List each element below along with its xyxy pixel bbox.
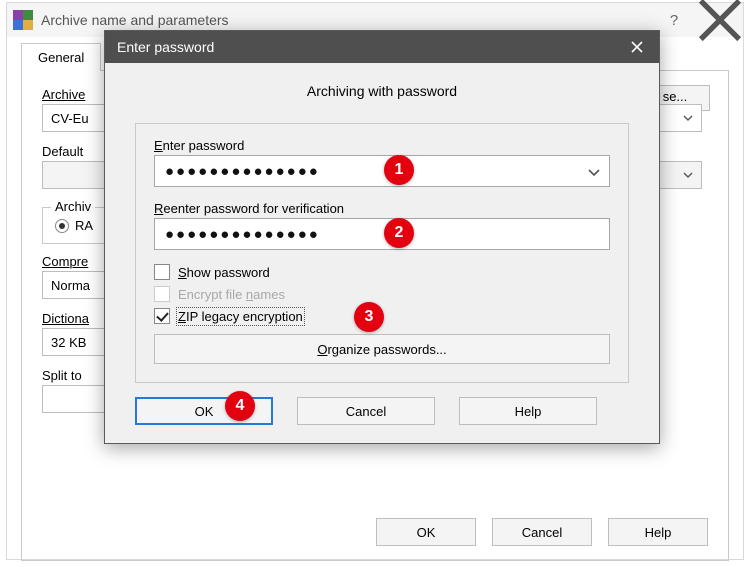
step-marker-2: 2 <box>384 218 414 248</box>
radio-icon <box>55 219 69 233</box>
enter-password-input[interactable]: ●●●●●●●●●●●●●● <box>154 155 610 187</box>
tab-general[interactable]: General <box>21 43 101 71</box>
show-password-label: Show password <box>178 265 270 280</box>
password-heading: Archiving with password <box>135 83 629 99</box>
archive-format-label: Archiv <box>51 199 95 214</box>
winrar-icon <box>13 10 33 30</box>
chevron-down-icon[interactable] <box>588 166 600 178</box>
reenter-password-value: ●●●●●●●●●●●●●● <box>165 226 320 243</box>
cancel-button[interactable]: Cancel <box>297 397 435 425</box>
close-icon[interactable] <box>697 3 743 37</box>
reenter-password-input[interactable]: ●●●●●●●●●●●●●● <box>154 218 610 250</box>
parent-title: Archive name and parameters <box>41 12 651 28</box>
show-password-row[interactable]: Show password <box>154 264 610 280</box>
step-marker-1: 1 <box>384 155 414 185</box>
password-title: Enter password <box>117 39 615 55</box>
checkbox-checked-icon <box>154 308 170 324</box>
parent-ok-button[interactable]: OK <box>376 518 476 546</box>
checkbox-icon <box>154 286 170 302</box>
compression-value: Norma <box>51 278 90 293</box>
chevron-down-icon <box>683 170 693 180</box>
password-titlebar: Enter password <box>105 31 659 63</box>
zip-legacy-row[interactable]: ZIP legacy encryption 3 <box>154 308 610 324</box>
zip-legacy-label: ZIP legacy encryption <box>178 309 303 324</box>
checkbox-icon <box>154 264 170 280</box>
step-marker-3: 3 <box>354 302 384 332</box>
encrypt-names-row: Encrypt file names <box>154 286 610 302</box>
close-icon[interactable] <box>615 31 659 63</box>
password-group: Enter password ●●●●●●●●●●●●●● 1 Reenter … <box>135 123 629 383</box>
enter-password-value: ●●●●●●●●●●●●●● <box>165 163 320 180</box>
help-button[interactable]: Help <box>459 397 597 425</box>
chevron-down-icon <box>683 113 693 123</box>
reenter-password-label: Reenter password for verification <box>154 201 610 216</box>
organize-passwords-label: Organize passwords... <box>317 342 446 357</box>
parent-cancel-button[interactable]: Cancel <box>492 518 592 546</box>
rar-radio-label: RA <box>75 218 93 233</box>
password-dialog: Enter password Archiving with password E… <box>104 30 660 444</box>
parent-help-button[interactable]: Help <box>608 518 708 546</box>
enter-password-label: Enter password <box>154 138 610 153</box>
step-marker-4: 4 <box>225 391 255 421</box>
encrypt-names-label: Encrypt file names <box>178 287 285 302</box>
organize-passwords-button[interactable]: Organize passwords... <box>154 334 610 364</box>
dictionary-value: 32 KB <box>51 335 86 350</box>
archive-name-value: CV-Eu <box>51 111 89 126</box>
